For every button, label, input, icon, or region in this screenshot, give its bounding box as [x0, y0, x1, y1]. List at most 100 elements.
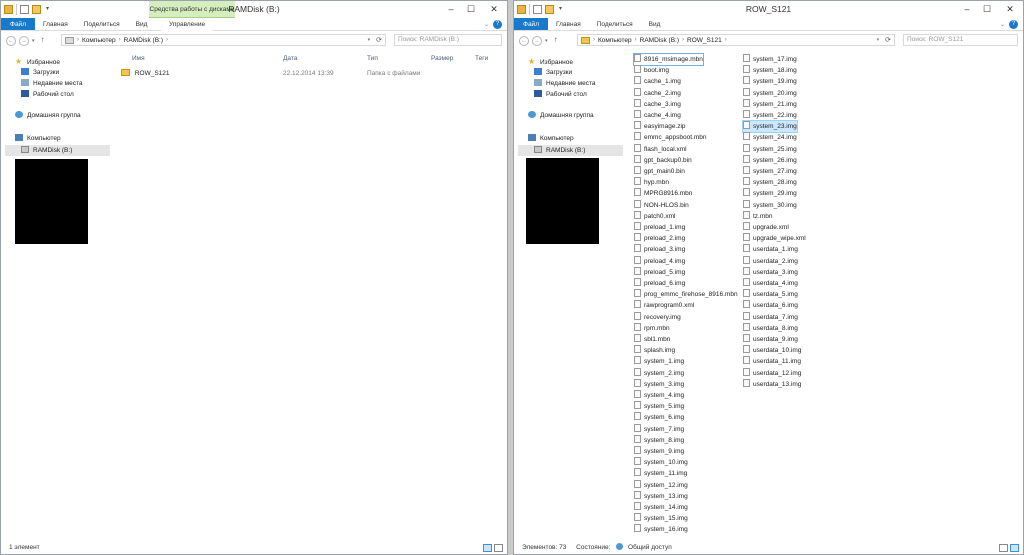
- nav-homegroup[interactable]: Домашняя группа: [528, 110, 594, 121]
- file-item[interactable]: system_20.img: [743, 87, 797, 99]
- file-item[interactable]: cache_2.img: [634, 87, 681, 99]
- file-item[interactable]: system_25.img: [743, 143, 797, 155]
- file-item[interactable]: system_29.img: [743, 188, 797, 199]
- nav-favorites[interactable]: ★ Избранное: [15, 56, 60, 67]
- back-button[interactable]: ←: [519, 35, 529, 46]
- file-item[interactable]: emmc_appsboot.mbn: [634, 132, 707, 143]
- file-item[interactable]: preload_2.img: [634, 233, 685, 244]
- file-item[interactable]: NON-HLOS.bin: [634, 199, 689, 211]
- breadcrumb-computer[interactable]: Компьютер: [82, 37, 116, 44]
- tab-share[interactable]: Поделиться: [76, 18, 128, 30]
- file-item[interactable]: userdata_13.img: [743, 378, 801, 390]
- file-item[interactable]: system_10.img: [634, 457, 688, 468]
- file-item[interactable]: rpm.mbn: [634, 322, 670, 334]
- file-item[interactable]: cache_3.img: [634, 98, 681, 110]
- help-icon[interactable]: ?: [1009, 19, 1018, 29]
- properties-icon[interactable]: [20, 5, 29, 14]
- file-item[interactable]: system_4.img: [634, 390, 684, 401]
- search-input[interactable]: Поиск: ROW_S121: [903, 34, 1018, 46]
- tab-share[interactable]: Поделиться: [589, 18, 641, 30]
- column-header-type[interactable]: Тип: [367, 55, 378, 65]
- chevron-down-icon[interactable]: ▾: [32, 38, 35, 44]
- nav-homegroup[interactable]: Домашняя группа: [15, 110, 81, 121]
- file-item[interactable]: system_5.img: [634, 401, 684, 412]
- file-item[interactable]: easyimage.zip: [634, 121, 686, 132]
- tab-file[interactable]: Файл: [514, 18, 548, 30]
- forward-button[interactable]: →: [19, 35, 29, 46]
- nav-ramdisk[interactable]: RAMDisk (B:): [518, 145, 623, 156]
- file-item[interactable]: boot.img: [634, 65, 669, 76]
- folder-icon[interactable]: [4, 5, 13, 14]
- file-item[interactable]: system_15.img: [634, 513, 688, 524]
- file-item[interactable]: userdata_5.img: [743, 289, 798, 300]
- tab-home[interactable]: Главная: [35, 18, 76, 30]
- file-item[interactable]: system_8.img: [634, 434, 684, 446]
- file-item[interactable]: tz.mbn: [743, 210, 773, 222]
- file-item[interactable]: splash.img: [634, 345, 675, 356]
- file-item[interactable]: userdata_2.img: [743, 255, 798, 267]
- breadcrumb-computer[interactable]: Компьютер: [598, 37, 632, 44]
- breadcrumb-row-s121[interactable]: ROW_S121: [687, 37, 722, 44]
- file-item[interactable]: preload_1.img: [634, 222, 685, 233]
- file-item[interactable]: patch0.xml: [634, 210, 675, 222]
- file-item[interactable]: userdata_3.img: [743, 266, 798, 278]
- nav-computer[interactable]: Компьютер: [528, 133, 574, 144]
- column-header-size[interactable]: Размер: [431, 55, 453, 65]
- file-item[interactable]: preload_5.img: [634, 266, 685, 278]
- file-item[interactable]: flash_local.xml: [634, 143, 687, 155]
- forward-button[interactable]: →: [532, 35, 542, 46]
- tab-manage[interactable]: Управление: [161, 18, 214, 31]
- file-item[interactable]: system_19.img: [743, 76, 797, 87]
- file-item[interactable]: system_3.img: [634, 378, 684, 390]
- column-header-name[interactable]: Имя: [132, 55, 145, 65]
- file-item[interactable]: userdata_6.img: [743, 300, 798, 311]
- file-item[interactable]: sbl1.mbn: [634, 334, 670, 345]
- tab-file[interactable]: Файл: [1, 18, 35, 30]
- up-button[interactable]: ↑: [38, 35, 48, 46]
- file-item[interactable]: cache_4.img: [634, 110, 681, 121]
- file-item[interactable]: gpt_backup0.bin: [634, 154, 692, 166]
- chevron-down-icon[interactable]: ⌄: [1000, 21, 1005, 28]
- file-item[interactable]: system_11.img: [634, 468, 687, 479]
- new-folder-icon[interactable]: [32, 5, 41, 14]
- file-item[interactable]: prog_emmc_firehose_8916.mbn: [634, 289, 738, 300]
- file-item[interactable]: upgrade_wipe.xml: [743, 233, 806, 244]
- address-bar[interactable]: › Компьютер › RAMDisk (B:) › ▾ ⟳: [61, 34, 386, 46]
- tab-home[interactable]: Главная: [548, 18, 589, 30]
- breadcrumb-ramdisk[interactable]: RAMDisk (B:): [124, 37, 163, 44]
- file-item[interactable]: system_30.img: [743, 199, 797, 211]
- file-item[interactable]: system_23.img: [742, 120, 798, 134]
- list-view-icon[interactable]: [1010, 544, 1019, 552]
- breadcrumb-ramdisk[interactable]: RAMDisk (B:): [640, 37, 679, 44]
- file-item[interactable]: userdata_9.img: [743, 334, 798, 345]
- up-button[interactable]: ↑: [551, 35, 561, 46]
- nav-downloads[interactable]: Загрузки: [21, 67, 59, 78]
- details-view-icon[interactable]: [999, 544, 1008, 552]
- chevron-down-icon[interactable]: ⌄: [484, 21, 489, 28]
- new-folder-icon[interactable]: [545, 5, 554, 14]
- file-item[interactable]: system_24.img: [743, 132, 797, 143]
- file-item[interactable]: gpt_main0.bin: [634, 166, 685, 177]
- column-header-date[interactable]: Дата: [283, 55, 297, 65]
- file-item[interactable]: hyp.mbn: [634, 177, 669, 188]
- file-item[interactable]: preload_3.img: [634, 244, 685, 255]
- close-icon[interactable]: ✕: [481, 1, 507, 17]
- folder-icon[interactable]: [517, 5, 526, 14]
- file-item[interactable]: 8916_msimage.mbn: [633, 53, 704, 66]
- file-item[interactable]: userdata_7.img: [743, 311, 798, 323]
- file-item[interactable]: cache_1.img: [634, 76, 681, 87]
- file-item[interactable]: upgrade.xml: [743, 222, 789, 233]
- tab-view[interactable]: Вид: [128, 18, 156, 30]
- file-item[interactable]: system_9.img: [634, 446, 684, 457]
- nav-downloads[interactable]: Загрузки: [534, 67, 572, 78]
- file-item[interactable]: system_18.img: [743, 65, 797, 76]
- file-item[interactable]: userdata_10.img: [743, 345, 801, 356]
- file-item[interactable]: system_16.img: [634, 524, 688, 535]
- chevron-down-icon[interactable]: ▾: [368, 37, 374, 43]
- tab-view[interactable]: Вид: [641, 18, 669, 30]
- file-item[interactable]: system_2.img: [634, 367, 684, 379]
- file-item[interactable]: system_28.img: [743, 177, 797, 188]
- nav-desktop[interactable]: Рабочий стол: [21, 89, 74, 100]
- file-item[interactable]: userdata_12.img: [743, 367, 801, 379]
- file-item[interactable]: userdata_8.img: [743, 322, 798, 334]
